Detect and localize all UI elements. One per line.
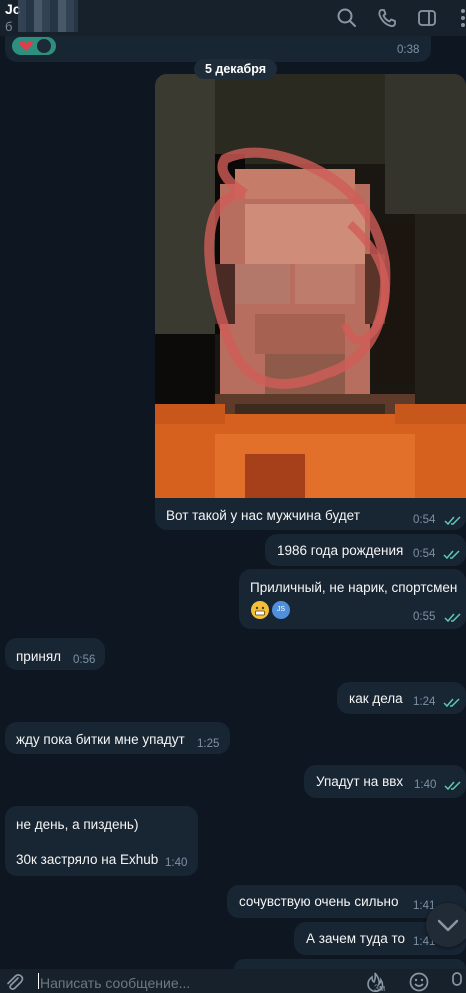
reaction-avatar[interactable]: JS xyxy=(272,601,290,619)
message-text: А зачем туда то xyxy=(306,931,406,946)
sidebar-toggle-icon[interactable] xyxy=(416,7,438,29)
photo-caption: Вот такой у нас мужчина будет xyxy=(166,508,360,523)
message-time: 1:40 xyxy=(414,779,437,791)
pixelated-name-blur xyxy=(18,0,78,32)
message-bubble[interactable]: 1986 года рождения 0:54 xyxy=(265,534,466,566)
message-time: 0:56 xyxy=(73,654,96,666)
message-text: Упадут на ввх xyxy=(316,774,404,789)
message-time: 0:38 xyxy=(397,44,420,56)
chat-status: б xyxy=(5,19,13,34)
message-time: 0:55 xyxy=(413,611,436,623)
emoji-icon[interactable] xyxy=(408,971,430,993)
message-text: 30к застряло на Exhub xyxy=(16,852,159,867)
read-checkmarks-icon xyxy=(444,516,461,526)
message-text: не день, а пиздень) xyxy=(16,817,139,832)
message-bubble-partial[interactable] xyxy=(234,959,466,969)
phone-icon[interactable] xyxy=(376,7,398,29)
message-bubble[interactable]: жду пока битки мне упадут 1:25 xyxy=(5,722,230,754)
reaction-grin-icon[interactable] xyxy=(251,601,269,619)
message-time: 0:54 xyxy=(413,548,436,560)
microphone-icon[interactable] xyxy=(448,971,466,993)
message-time: 0:54 xyxy=(413,514,436,526)
photo-message[interactable]: Вот такой у нас мужчина будет 0:54 xyxy=(155,74,466,530)
text-caret xyxy=(38,973,39,989)
message-bubble[interactable]: Приличный, не нарик, спортсмен JS 0:55 xyxy=(239,569,466,629)
chevron-down-icon xyxy=(437,919,459,932)
message-composer: Написать сообщение... 3м xyxy=(0,969,466,993)
attach-icon[interactable] xyxy=(4,972,24,992)
chat-header: Jc б xyxy=(0,0,466,36)
message-list[interactable]: 0:38 Вот такой у нас мужчина будет 0:54 … xyxy=(0,36,466,969)
message-text: Приличный, не нарик, спортсмен xyxy=(250,580,458,595)
message-text: принял xyxy=(16,649,62,664)
message-time: 1:24 xyxy=(413,696,436,708)
message-bubble[interactable]: как дела 1:24 xyxy=(337,682,466,714)
date-separator: 5 декабря xyxy=(194,59,278,79)
read-checkmarks-icon xyxy=(443,550,460,560)
message-text: сочувствую очень сильно xyxy=(239,894,399,909)
message-text: как дела xyxy=(349,691,403,706)
sticker-timer-label: 3м xyxy=(374,983,386,993)
message-time: 1:25 xyxy=(197,738,220,750)
scroll-to-bottom-button[interactable] xyxy=(426,903,466,947)
more-icon[interactable] xyxy=(452,7,466,29)
message-bubble[interactable]: не день, а пиздень) 30к застряло на Exhu… xyxy=(5,806,198,876)
message-input[interactable]: Написать сообщение... xyxy=(40,975,190,991)
pixelated-photo[interactable] xyxy=(155,74,466,498)
message-text: жду пока битки мне упадут xyxy=(16,732,185,747)
reaction-heart-icon[interactable] xyxy=(12,37,56,55)
read-checkmarks-icon xyxy=(444,613,461,623)
message-time: 1:40 xyxy=(165,857,188,869)
message-bubble[interactable]: Упадут на ввх 1:40 xyxy=(304,765,466,798)
message-bubble[interactable]: принял 0:56 xyxy=(5,638,105,670)
read-checkmarks-icon xyxy=(443,698,460,708)
search-icon[interactable] xyxy=(336,7,358,29)
read-checkmarks-icon xyxy=(444,781,461,791)
message-text: 1986 года рождения xyxy=(277,543,404,558)
